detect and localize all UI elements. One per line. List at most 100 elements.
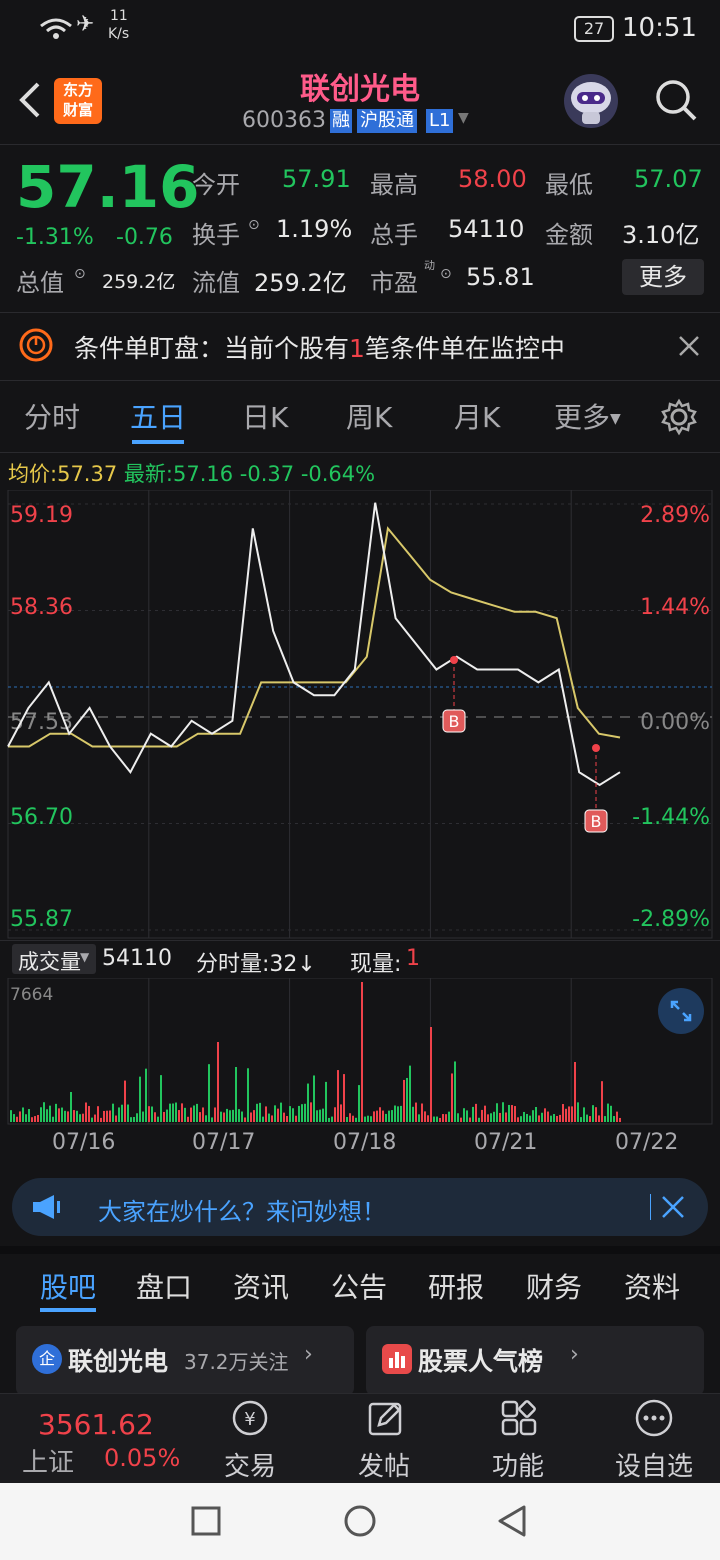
- trade-label[interactable]: 交易: [210, 1446, 290, 1483]
- volume-bar: [325, 1081, 327, 1122]
- volume-bar: [448, 1111, 450, 1122]
- tab-research[interactable]: 研报: [428, 1266, 484, 1306]
- active-tab-indicator: [40, 1308, 96, 1312]
- volume-bar: [529, 1115, 531, 1122]
- volume-bar: [523, 1111, 525, 1122]
- index-name[interactable]: 上证: [22, 1442, 74, 1479]
- volume-bar: [493, 1111, 495, 1122]
- volume-chart[interactable]: 7664: [0, 978, 720, 1128]
- price-chart[interactable]: 59.19 58.36 57.53 56.70 55.87 2.89% 1.44% 0.00%…: [0, 490, 720, 940]
- volume-bar: [580, 1117, 582, 1122]
- volume-bar: [16, 1116, 18, 1122]
- volume-bar: [592, 1105, 594, 1122]
- tab-more-label: 更多: [554, 401, 611, 434]
- company-card[interactable]: 企 联创光电 37.2万关注 ›: [16, 1326, 354, 1396]
- volume-bar: [181, 1103, 183, 1122]
- tab-profile[interactable]: 资料: [624, 1266, 680, 1306]
- tab-daily-k[interactable]: 日K: [242, 396, 288, 436]
- tab-news[interactable]: 资讯: [233, 1266, 289, 1306]
- volume-bar: [499, 1112, 501, 1122]
- tab-orderbook[interactable]: 盘口: [136, 1266, 192, 1306]
- close-icon[interactable]: [678, 335, 700, 357]
- back-nav-icon[interactable]: [496, 1503, 528, 1539]
- volume-bar: [346, 1116, 348, 1122]
- gear-icon[interactable]: [660, 398, 698, 436]
- yuan-trade-icon[interactable]: ¥: [228, 1398, 272, 1440]
- volume-bar: [547, 1111, 549, 1122]
- low-value: 57.07: [634, 165, 703, 193]
- tab-five-day[interactable]: 五日: [130, 396, 186, 436]
- tab-forum[interactable]: 股吧: [40, 1266, 96, 1306]
- tab-finance[interactable]: 财务: [526, 1266, 582, 1306]
- tab-announcements[interactable]: 公告: [331, 1266, 387, 1306]
- volume-bar: [208, 1064, 210, 1122]
- last-value: 57.16: [172, 462, 234, 486]
- pe-dynamic-mark: 动: [424, 259, 435, 272]
- volume-bar: [613, 1116, 615, 1122]
- recents-icon[interactable]: [190, 1505, 222, 1537]
- volume-bar: [241, 1111, 243, 1122]
- post-label[interactable]: 发帖: [344, 1446, 424, 1483]
- volume-bar: [397, 1106, 399, 1122]
- volume-bar: [469, 1117, 471, 1122]
- tab-monthly-k[interactable]: 月K: [454, 396, 500, 436]
- volume-bar: [595, 1107, 597, 1122]
- volume-bar: [250, 1112, 252, 1122]
- volume-bar: [67, 1111, 69, 1122]
- banner-text: 大家在炒什么？来问妙想！: [98, 1198, 386, 1226]
- date-label: 07/21: [474, 1130, 538, 1155]
- volume-bar: [481, 1109, 483, 1122]
- edit-post-icon[interactable]: [364, 1398, 408, 1440]
- volume-bar: [388, 1110, 390, 1122]
- more-button[interactable]: 更多: [622, 259, 704, 295]
- popularity-card[interactable]: 股票人气榜 ›: [366, 1326, 704, 1396]
- notice-text: 条件单盯盘：当前个股有1笔条件单在监控中: [74, 329, 565, 365]
- expand-icon: [670, 1000, 692, 1022]
- price-tick-label: 58.36: [10, 595, 73, 620]
- company-icon: 企: [32, 1344, 62, 1374]
- function-label[interactable]: 功能: [478, 1446, 558, 1483]
- level-tag[interactable]: L1: [426, 109, 454, 133]
- volume-bar: [40, 1107, 42, 1122]
- info-icon[interactable]: ⊙: [440, 266, 452, 282]
- volume-bar: [25, 1114, 27, 1122]
- volume-bar: [145, 1068, 147, 1122]
- close-icon[interactable]: [660, 1194, 686, 1220]
- info-icon[interactable]: ⊙: [248, 217, 260, 233]
- volume-bar: [238, 1109, 240, 1122]
- tab-intraday[interactable]: 分时: [24, 396, 80, 436]
- notice-suffix: 笔条件单在监控中: [364, 334, 565, 363]
- volume-bar: [502, 1102, 504, 1122]
- volume-bar: [517, 1117, 519, 1122]
- volume-bar: [121, 1104, 123, 1122]
- level-dropdown-icon[interactable]: ▼: [458, 110, 469, 126]
- expand-chart-button[interactable]: [658, 988, 704, 1034]
- search-icon[interactable]: [654, 78, 698, 122]
- volume-bar: [154, 1112, 156, 1122]
- volume-bar: [412, 1106, 414, 1122]
- ask-banner[interactable]: 大家在炒什么？来问妙想！: [12, 1178, 708, 1236]
- volume-bar: [223, 1112, 225, 1122]
- average-price-line: [8, 526, 621, 748]
- volume-bar: [526, 1113, 528, 1122]
- volume-bar: [172, 1103, 174, 1122]
- volume-bar: [211, 1117, 213, 1122]
- watchlist-label[interactable]: 设自选: [606, 1446, 702, 1483]
- more-dots-icon[interactable]: [632, 1398, 676, 1440]
- battery-level: 27: [583, 19, 605, 38]
- divider: [650, 1194, 651, 1220]
- tab-more[interactable]: 更多▼: [554, 396, 621, 436]
- tab-weekly-k[interactable]: 周K: [346, 396, 392, 436]
- index-value[interactable]: 3561.62: [38, 1408, 154, 1441]
- condition-order-notice[interactable]: 条件单盯盘：当前个股有1笔条件单在监控中: [0, 313, 720, 379]
- index-change[interactable]: 0.05%: [104, 1444, 180, 1472]
- grid-function-icon[interactable]: [498, 1398, 542, 1440]
- info-icon[interactable]: ⊙: [74, 266, 86, 282]
- robot-assistant-icon[interactable]: [564, 74, 618, 128]
- volume-bar: [157, 1116, 159, 1122]
- home-icon[interactable]: [342, 1503, 378, 1539]
- volume-bar: [415, 1102, 417, 1122]
- volume-bar: [556, 1116, 558, 1122]
- change-percent: -1.31%: [16, 225, 94, 250]
- volume-bar: [559, 1114, 561, 1122]
